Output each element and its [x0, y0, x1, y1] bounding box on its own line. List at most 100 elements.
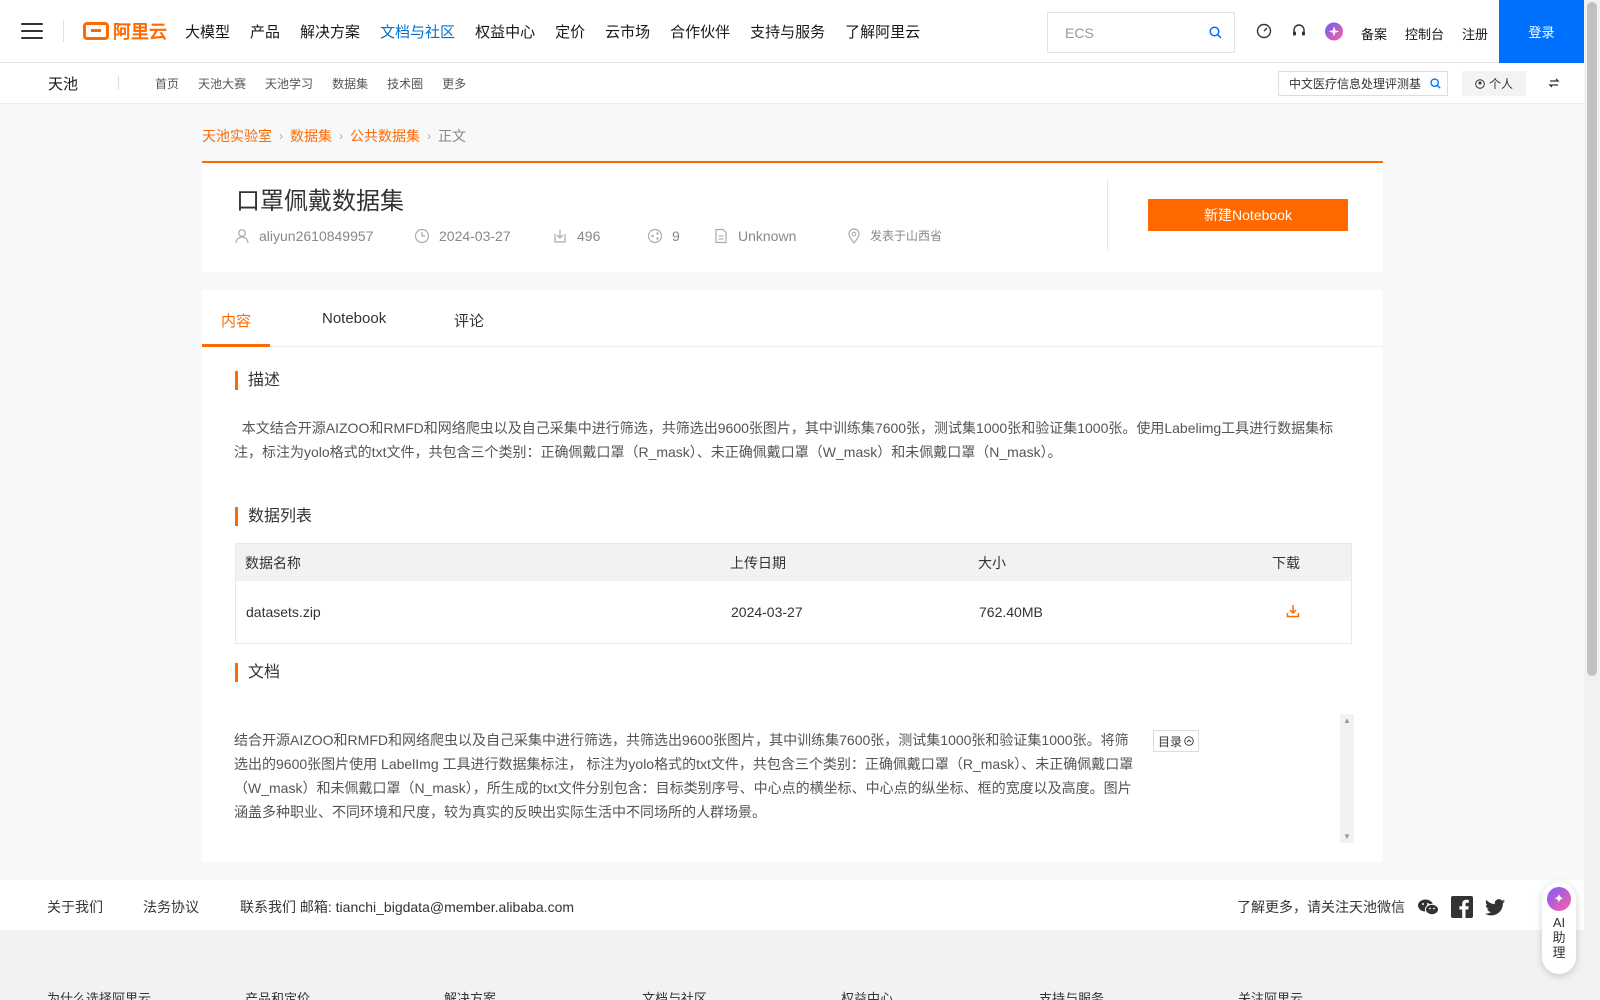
subnav-more[interactable]: 更多 — [442, 75, 466, 92]
user-icon — [234, 228, 250, 244]
search-placeholder: ECS — [1065, 24, 1094, 41]
header-date: 上传日期 — [730, 554, 786, 571]
personal-button[interactable]: 个人 — [1462, 71, 1526, 96]
chevron-right-icon: › — [279, 129, 283, 143]
subnav-search-input[interactable]: 中文医疗信息处理评测基 — [1278, 71, 1448, 96]
scroll-up-icon[interactable]: ▲ — [1343, 716, 1351, 725]
user-circle-icon — [1475, 78, 1485, 89]
subnav-home[interactable]: 首页 — [155, 75, 179, 92]
doc-scrollbar[interactable]: ▲ ▼ — [1340, 714, 1354, 843]
switch-icon[interactable] — [1548, 76, 1560, 92]
dashboard-icon[interactable] — [1255, 22, 1273, 40]
footer-col-why[interactable]: 为什么选择阿里云 — [47, 988, 151, 1000]
footer-col-support[interactable]: 支持与服务 — [1039, 988, 1104, 1000]
logo-mark-icon — [83, 22, 109, 40]
nav-item-models[interactable]: 大模型 — [185, 21, 230, 42]
footer-col-solutions[interactable]: 解决方案 — [444, 988, 496, 1000]
link-beian[interactable]: 备案 — [1361, 24, 1387, 43]
top-icon-group — [1255, 22, 1360, 40]
footer-about[interactable]: 关于我们 — [47, 897, 103, 917]
divider — [1107, 179, 1108, 251]
tianchi-brand[interactable]: 天池 — [48, 73, 78, 94]
footer-bottom: 为什么选择阿里云 产品和定价 解决方案 文档与社区 权益中心 支持与服务 关注阿… — [0, 930, 1584, 1000]
breadcrumb-public-datasets[interactable]: 公共数据集 — [350, 126, 420, 146]
table-row: datasets.zip 2024-03-27 762.40MB — [236, 581, 1351, 643]
nav-item-about[interactable]: 了解阿里云 — [845, 21, 920, 42]
header-size: 大小 — [978, 554, 1006, 571]
subnav-tech-circle[interactable]: 技术圈 — [387, 75, 423, 92]
search-icon[interactable] — [1209, 26, 1222, 42]
ai-assistant-label: AI助理 — [1552, 915, 1566, 960]
search-icon[interactable] — [1430, 78, 1441, 92]
meta-date: 2024-03-27 — [414, 228, 552, 244]
footer-top: 关于我们 法务协议 联系我们 邮箱: tianchi_bigdata@membe… — [0, 880, 1584, 930]
toc-button[interactable]: 目录 — [1153, 730, 1199, 752]
nav-item-pricing[interactable]: 定价 — [555, 21, 585, 42]
location-pin-icon — [847, 227, 861, 244]
download-icon[interactable] — [1286, 604, 1300, 621]
tab-content[interactable]: 内容 — [221, 310, 251, 331]
active-tab-indicator — [202, 344, 270, 347]
chevron-right-icon: › — [427, 129, 431, 143]
tab-notebook[interactable]: Notebook — [322, 310, 386, 327]
nav-item-marketplace[interactable]: 云市场 — [605, 21, 650, 42]
footer-col-follow[interactable]: 关注阿里云 — [1238, 988, 1303, 1000]
ai-sparkle-icon: ✦ — [1547, 887, 1571, 911]
nav-item-solutions[interactable]: 解决方案 — [300, 21, 360, 42]
ai-assistant-button[interactable]: ✦ AI助理 — [1542, 882, 1576, 974]
subnav-competitions[interactable]: 天池大赛 — [198, 75, 246, 92]
breadcrumb-datasets[interactable]: 数据集 — [290, 126, 332, 146]
doc-box: 结合开源AIZOO和RMFD和网络爬虫以及自己采集中进行筛选，共筛选出9600张… — [234, 713, 1354, 843]
aliyun-logo[interactable]: 阿里云 — [83, 18, 167, 44]
clock-icon — [414, 228, 430, 244]
nav-item-products[interactable]: 产品 — [250, 21, 280, 42]
subnav-datasets[interactable]: 数据集 — [332, 75, 368, 92]
headset-icon[interactable] — [1290, 22, 1308, 40]
page-scrollbar[interactable] — [1584, 0, 1600, 1000]
ai-star-icon[interactable] — [1325, 22, 1343, 40]
sub-nav: 天池 首页 天池大赛 天池学习 数据集 技术圈 更多 中文医疗信息处理评测基 个… — [0, 63, 1584, 104]
subnav-learning[interactable]: 天池学习 — [265, 75, 313, 92]
breadcrumb-lab[interactable]: 天池实验室 — [202, 126, 272, 146]
meta-downloads: 496 — [552, 228, 647, 244]
page-title: 口罩佩戴数据集 — [236, 187, 404, 215]
twitter-icon[interactable] — [1485, 898, 1505, 916]
header-download: 下载 — [1272, 554, 1300, 571]
header-name: 数据名称 — [245, 554, 301, 571]
nav-item-docs-community[interactable]: 文档与社区 — [380, 21, 455, 42]
table-header: 数据名称 上传日期 大小 下载 — [236, 544, 1351, 581]
main-nav: 大模型 产品 解决方案 文档与社区 权益中心 定价 云市场 合作伙伴 支持与服务… — [185, 21, 940, 42]
file-date: 2024-03-27 — [731, 604, 803, 620]
scrollbar-thumb[interactable] — [1587, 2, 1597, 676]
link-register[interactable]: 注册 — [1462, 24, 1488, 43]
nav-item-benefits[interactable]: 权益中心 — [475, 21, 535, 42]
menu-icon[interactable] — [21, 23, 43, 39]
login-button[interactable]: 登录 — [1499, 0, 1584, 63]
publish-location: 发表于山西省 — [870, 229, 943, 243]
data-table: 数据名称 上传日期 大小 下载 datasets.zip 2024-03-27 … — [235, 543, 1352, 644]
description-body: 本文结合开源AIZOO和RMFD和网络爬虫以及自己采集中进行筛选，共筛选出960… — [234, 420, 1334, 460]
download-count-icon — [552, 228, 568, 244]
facebook-icon[interactable] — [1451, 896, 1473, 918]
footer-col-benefits[interactable]: 权益中心 — [841, 988, 893, 1000]
footer-col-docs[interactable]: 文档与社区 — [642, 988, 707, 1000]
nav-item-support[interactable]: 支持与服务 — [750, 21, 825, 42]
wechat-icon[interactable] — [1417, 898, 1439, 916]
search-input[interactable]: ECS — [1047, 12, 1235, 53]
link-console[interactable]: 控制台 — [1405, 24, 1444, 43]
author-name[interactable]: aliyun2610849957 — [259, 228, 373, 244]
footer-col-products[interactable]: 产品和定价 — [245, 988, 310, 1000]
footer-legal[interactable]: 法务协议 — [143, 897, 199, 917]
file-name: datasets.zip — [246, 604, 321, 620]
meta-license: Unknown — [713, 228, 847, 244]
scroll-down-icon[interactable]: ▼ — [1343, 832, 1351, 841]
social-links: 了解更多，请关注天池微信 — [1237, 896, 1505, 918]
divider — [118, 76, 120, 90]
tab-bar: 内容 Notebook 评论 — [202, 290, 1383, 347]
license-value: Unknown — [738, 227, 797, 244]
new-notebook-button[interactable]: 新建Notebook — [1148, 199, 1348, 231]
tab-comments[interactable]: 评论 — [454, 310, 484, 331]
nav-item-partners[interactable]: 合作伙伴 — [670, 21, 730, 42]
description-text: 本文结合开源AIZOO和RMFD和网络爬虫以及自己采集中进行筛选，共筛选出960… — [234, 416, 1344, 464]
footer-contact[interactable]: 联系我们 邮箱: tianchi_bigdata@member.alibaba.… — [240, 897, 574, 917]
